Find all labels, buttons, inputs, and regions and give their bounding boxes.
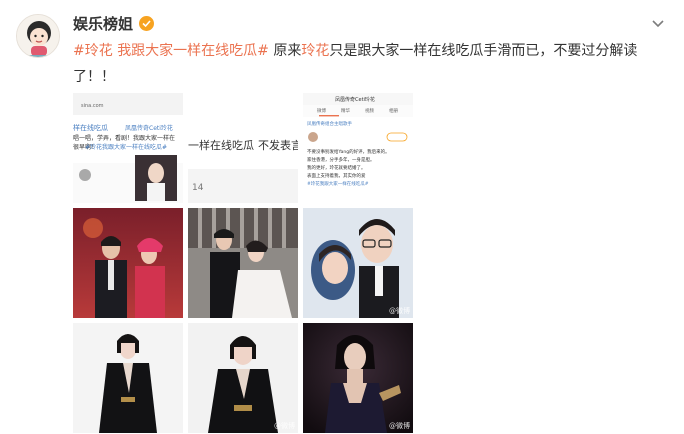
img1-line2: 凤凰传奇Ceti玲花 <box>125 125 173 132</box>
img1-line1: 样在线吃瓜 <box>73 124 108 132</box>
img8-watermark: @微博 <box>274 422 295 430</box>
img3-body-5: #玲花我跟大家一样在线吃瓜# <box>307 182 369 187</box>
post-image-8[interactable]: @微博 <box>188 323 298 433</box>
post-image-4[interactable] <box>73 208 183 318</box>
image-grid: sina.com 样在线吃瓜 凤凰传奇Ceti玲花 唱一唱，学弄，看剧！我跟大家… <box>73 93 413 433</box>
img3-body-1: 不要没事别发给Yang的好评，我后来的。 <box>307 150 390 155</box>
post-image-6[interactable]: @微博 <box>303 208 413 318</box>
img1-source: sina.com <box>81 103 104 109</box>
img2-line2: 不发表言 <box>258 139 298 152</box>
post-image-1[interactable]: sina.com 样在线吃瓜 凤凰传奇Ceti玲花 唱一唱，学弄，看剧！我跟大家… <box>73 93 183 203</box>
img3-tab-4: 相册 <box>389 109 398 114</box>
img9-watermark: @微博 <box>389 422 410 430</box>
post-image-5[interactable] <box>188 208 298 318</box>
img3-body-3: 我的更好，玲花就要结婚了。 <box>307 166 366 171</box>
highlight-keyword: 玲花 <box>301 43 330 59</box>
post-image-3[interactable]: 凤凰传奇Ceti玲花 微博 精华 视频 相册 凤凰传奇组合主唱歌手 不要没事别发… <box>303 93 413 203</box>
post-text: #玲花 我跟大家一样在线吃瓜# 原来玲花只是跟大家一样在线吃瓜手滑而已，不要过分… <box>73 38 663 90</box>
img3-desc: 凤凰传奇组合主唱歌手 <box>307 122 352 127</box>
post-image-2[interactable]: 一样在线吃瓜 不发表言 14 <box>188 93 298 203</box>
topic-link-2[interactable]: 我跟大家一样在线吃瓜# <box>117 43 269 59</box>
img3-title: 凤凰传奇Ceti玲花 <box>335 97 375 103</box>
img3-tab-1: 微博 <box>317 109 326 114</box>
verified-badge-icon <box>139 15 155 31</box>
img3-tab-2: 精华 <box>341 109 350 114</box>
author-avatar[interactable] <box>16 14 60 58</box>
post-image-7[interactable] <box>73 323 183 433</box>
chevron-down-icon[interactable] <box>650 15 666 31</box>
img3-body-2: 家住香港，分手多年，一身是胆。 <box>307 158 375 163</box>
img6-watermark: @微博 <box>389 307 410 315</box>
topic-link-1[interactable]: #玲花 <box>73 43 113 59</box>
weibo-post: 娱乐榜姐 #玲花 我跟大家一样在线吃瓜# 原来玲花只是跟大家一样在线吃瓜手滑而已… <box>0 0 684 434</box>
post-image-9[interactable]: @微博 <box>303 323 413 433</box>
img1-line5: #玲花我跟大家一样在线吃瓜# <box>85 144 168 151</box>
img3-tab-3: 视频 <box>365 109 374 114</box>
img2-count: 14 <box>192 183 204 193</box>
author-name[interactable]: 娱乐榜姐 <box>73 13 133 34</box>
img1-line3: 唱一唱，学弄，看剧！我跟大家一样在 <box>73 135 176 142</box>
img3-body-4: 表面上支持着我，其实你的爱 <box>307 174 366 179</box>
author-row: 娱乐榜姐 <box>73 13 155 34</box>
img2-line1: 一样在线吃瓜 <box>188 139 254 152</box>
post-text-part1: 原来 <box>268 43 302 59</box>
